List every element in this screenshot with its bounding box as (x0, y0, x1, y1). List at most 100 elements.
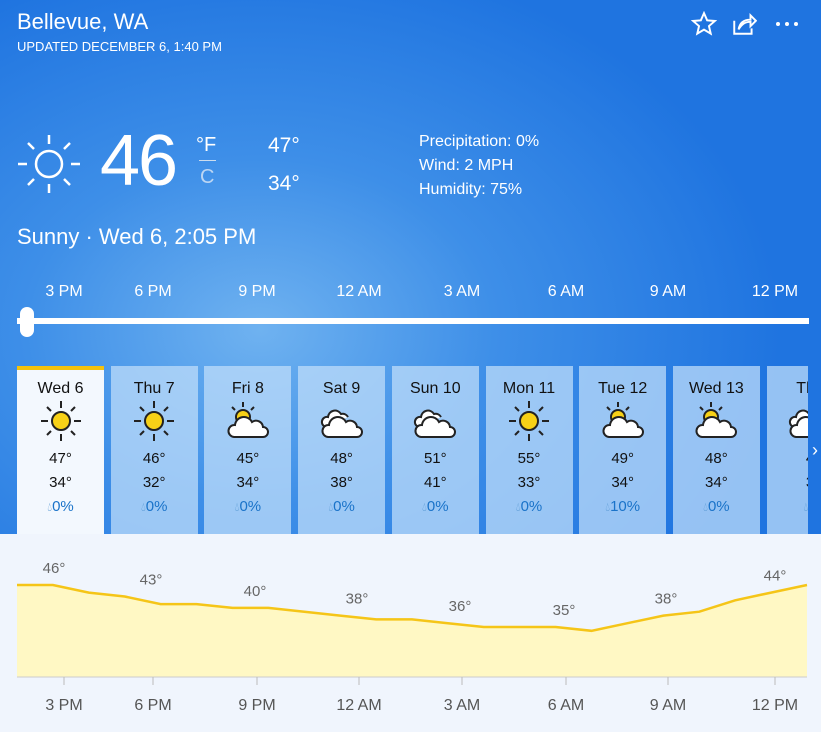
precipitation: Precipitation: 0% (419, 133, 540, 150)
current-temperature: 46 (100, 121, 178, 201)
x-tick-label: 12 PM (752, 697, 798, 714)
day-card[interactable]: Wed 13 48° 34° 💧︎0% (672, 366, 760, 534)
day-precip: 💧︎0% (204, 498, 291, 515)
x-tick-label: 9 AM (650, 697, 686, 714)
day-card[interactable]: Fri 8 45° 34° 💧︎0% (204, 366, 292, 534)
sunny-icon (17, 398, 104, 444)
day-precip: 💧︎0% (298, 498, 385, 515)
day-precip: 💧︎0% (486, 498, 573, 515)
share-icon (733, 12, 757, 35)
precip-value: 0% (333, 498, 355, 515)
day-precip: 💧︎0% (17, 498, 104, 515)
sun-icon (18, 135, 80, 193)
day-precip: 💧︎0% (392, 498, 479, 515)
day-low: 34° (705, 474, 728, 491)
precip-value: 0% (426, 498, 449, 515)
day-name: Thu (796, 380, 808, 397)
cloudy-icon (392, 398, 479, 444)
temperature-label: 43° (140, 571, 163, 588)
day-low: 34° (49, 474, 72, 491)
day-low: 41° (423, 474, 447, 491)
today-low: 34° (268, 172, 300, 195)
timeline-slider-thumb[interactable] (20, 307, 34, 337)
timeline-tick: 9 AM (649, 283, 687, 300)
temperature-label: 46° (43, 560, 66, 577)
day-high: 47° (49, 450, 72, 467)
day-low: 34° (611, 474, 635, 491)
day-name: Fri 8 (231, 380, 264, 397)
day-precip: 💧︎0% (111, 498, 198, 515)
timeline-tick: 6 AM (547, 283, 585, 300)
day-high: 48° (330, 450, 353, 467)
temperature-label: 36° (449, 598, 472, 615)
celsius-toggle[interactable]: C (200, 166, 214, 189)
fahrenheit-toggle[interactable]: °F (196, 134, 216, 157)
updated-time: UPDATED DECEMBER 6, 1:40 PM (17, 39, 222, 54)
day-card[interactable]: Sun 10 51° 41° 💧︎0% (391, 366, 479, 534)
precip-value: 10% (610, 498, 641, 515)
precip-value: 0% (520, 498, 543, 515)
temperature-label: 44° (764, 568, 787, 585)
timeline-tick: 9 PM (238, 283, 276, 300)
daily-forecast-list: Wed 6 47° 34° 💧︎0% Thu 7 46° 32° 💧︎0% Fri … (17, 366, 808, 534)
precip-value: 0% (239, 498, 262, 515)
wind: Wind: 2 MPH (419, 157, 514, 174)
partly-cloudy-icon (579, 398, 666, 444)
day-card[interactable]: Thu 7 46° 32° 💧︎0% (110, 366, 198, 534)
precip-value: 0% (52, 498, 74, 515)
cloudy-icon (767, 398, 808, 444)
timeline-tick: 12 AM (336, 283, 382, 300)
star-icon (691, 11, 717, 36)
temperature-label: 38° (346, 591, 369, 608)
day-name: Mon 11 (502, 380, 556, 397)
precip-value: 0% (145, 498, 168, 515)
next-days-arrow-icon[interactable]: › (812, 440, 818, 461)
city-name: Bellevue, WA (17, 9, 149, 34)
hourly-temperature-chart: 3 PM 46° 6 PM 43° 9 PM 40° 12 AM 38° 3 AM 36° 6 AM… (17, 560, 808, 714)
precip-value: 0% (707, 498, 730, 515)
timeline-slider[interactable] (17, 318, 809, 324)
day-precip: 💧︎1 (767, 498, 808, 515)
favorite-button[interactable] (689, 10, 719, 38)
day-high: 4 (767, 450, 808, 467)
condition-and-time: Sunny · Wed 6, 2:05 PM (17, 224, 257, 249)
cloudy-icon (298, 398, 385, 444)
day-low: 38° (330, 474, 353, 491)
day-card[interactable]: Wed 6 47° 34° 💧︎0% (17, 366, 104, 534)
day-name: Wed 6 (37, 380, 84, 397)
day-low: 3 (767, 474, 808, 491)
share-button[interactable] (729, 10, 759, 38)
day-card[interactable]: Mon 11 55° 33° 💧︎0% (485, 366, 573, 534)
sunny-icon (111, 398, 198, 444)
day-low: 33° (517, 474, 541, 491)
more-button[interactable] (772, 10, 802, 38)
day-name: Wed 13 (688, 380, 744, 397)
humidity: Humidity: 75% (419, 181, 523, 198)
x-tick-label: 9 PM (238, 697, 275, 714)
unit-divider (199, 160, 216, 161)
day-card[interactable]: Sat 9 48° 38° 💧︎0% (298, 366, 386, 534)
partly-cloudy-icon (204, 398, 291, 444)
x-tick-label: 3 AM (444, 697, 480, 714)
temperature-label: 35° (553, 602, 576, 619)
day-high: 48° (705, 450, 728, 467)
more-icon (776, 22, 798, 26)
x-tick-label: 6 AM (548, 697, 584, 714)
day-precip: 💧︎0% (673, 498, 760, 515)
day-name: Sun 10 (409, 380, 461, 397)
day-high: 55° (517, 450, 541, 467)
day-low: 32° (142, 474, 166, 491)
today-high: 47° (268, 134, 300, 157)
timeline-tick: 3 PM (45, 283, 83, 300)
x-tick-label: 12 AM (336, 697, 381, 714)
day-high: 45° (236, 450, 260, 467)
temperature-label: 38° (655, 591, 678, 608)
timeline-tick: 6 PM (134, 283, 172, 300)
day-card[interactable]: Tue 12 49° 34° 💧︎10% (579, 366, 667, 534)
x-tick-label: 6 PM (134, 697, 171, 714)
day-name: Tue 12 (598, 380, 648, 397)
day-card[interactable]: Thu 4 3 💧︎1 (766, 366, 808, 534)
timeline-tick: 3 AM (443, 283, 481, 300)
x-tick-label: 3 PM (45, 697, 82, 714)
day-name: Sat 9 (322, 380, 361, 397)
